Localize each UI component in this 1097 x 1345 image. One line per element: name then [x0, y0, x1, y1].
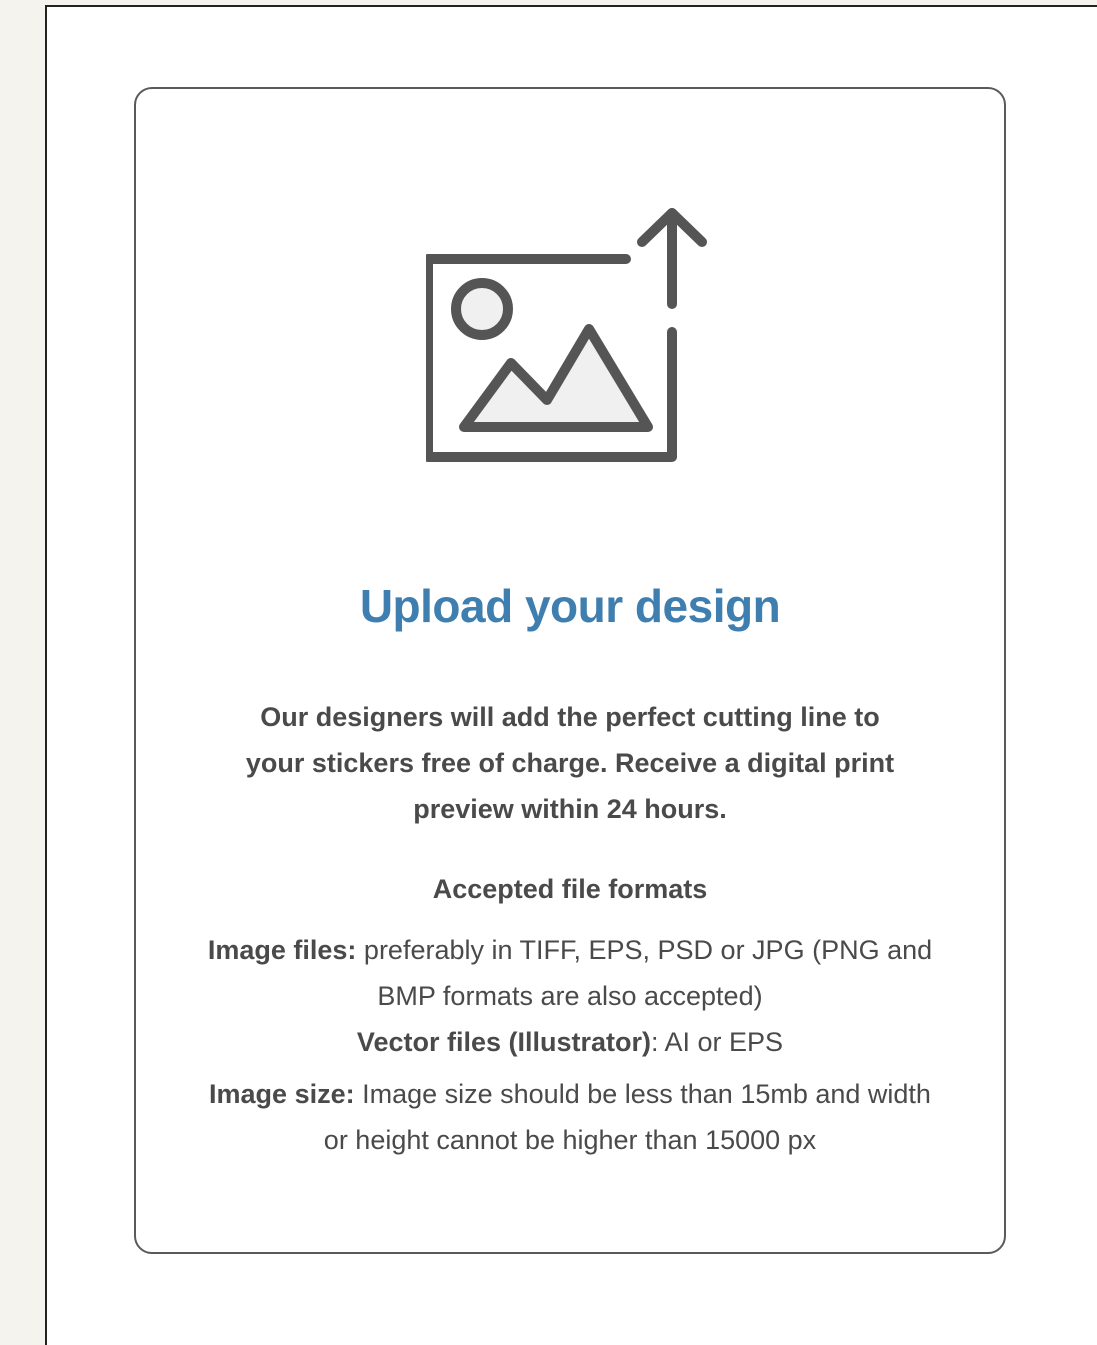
vector-files-line: Vector files (Illustrator): AI or EPS [196, 1019, 944, 1065]
vector-files-label: Vector files (Illustrator) [356, 1027, 651, 1057]
upload-title: Upload your design [359, 580, 781, 632]
image-size-label: Image size: [209, 1079, 355, 1109]
image-size-line: Image size: Image size should be less th… [196, 1071, 944, 1163]
upload-dropzone[interactable]: Upload your design Our designers will ad… [134, 87, 1006, 1254]
formats-list: Image files: preferably in TIFF, EPS, PS… [196, 927, 944, 1163]
image-size-text: Image size should be less than 15mb and … [323, 1079, 931, 1155]
image-files-line: Image files: preferably in TIFF, EPS, PS… [196, 927, 944, 1019]
image-files-text: preferably in TIFF, EPS, PSD or JPG (PNG… [356, 935, 933, 1011]
formats-heading: Accepted file formats [432, 874, 708, 904]
upload-description: Our designers will add the perfect cutti… [245, 702, 895, 824]
page-container: Upload your design Our designers will ad… [45, 5, 1097, 1345]
image-files-label: Image files: [207, 935, 357, 965]
vector-files-text: : AI or EPS [651, 1027, 784, 1057]
image-upload-icon [426, 208, 707, 462]
